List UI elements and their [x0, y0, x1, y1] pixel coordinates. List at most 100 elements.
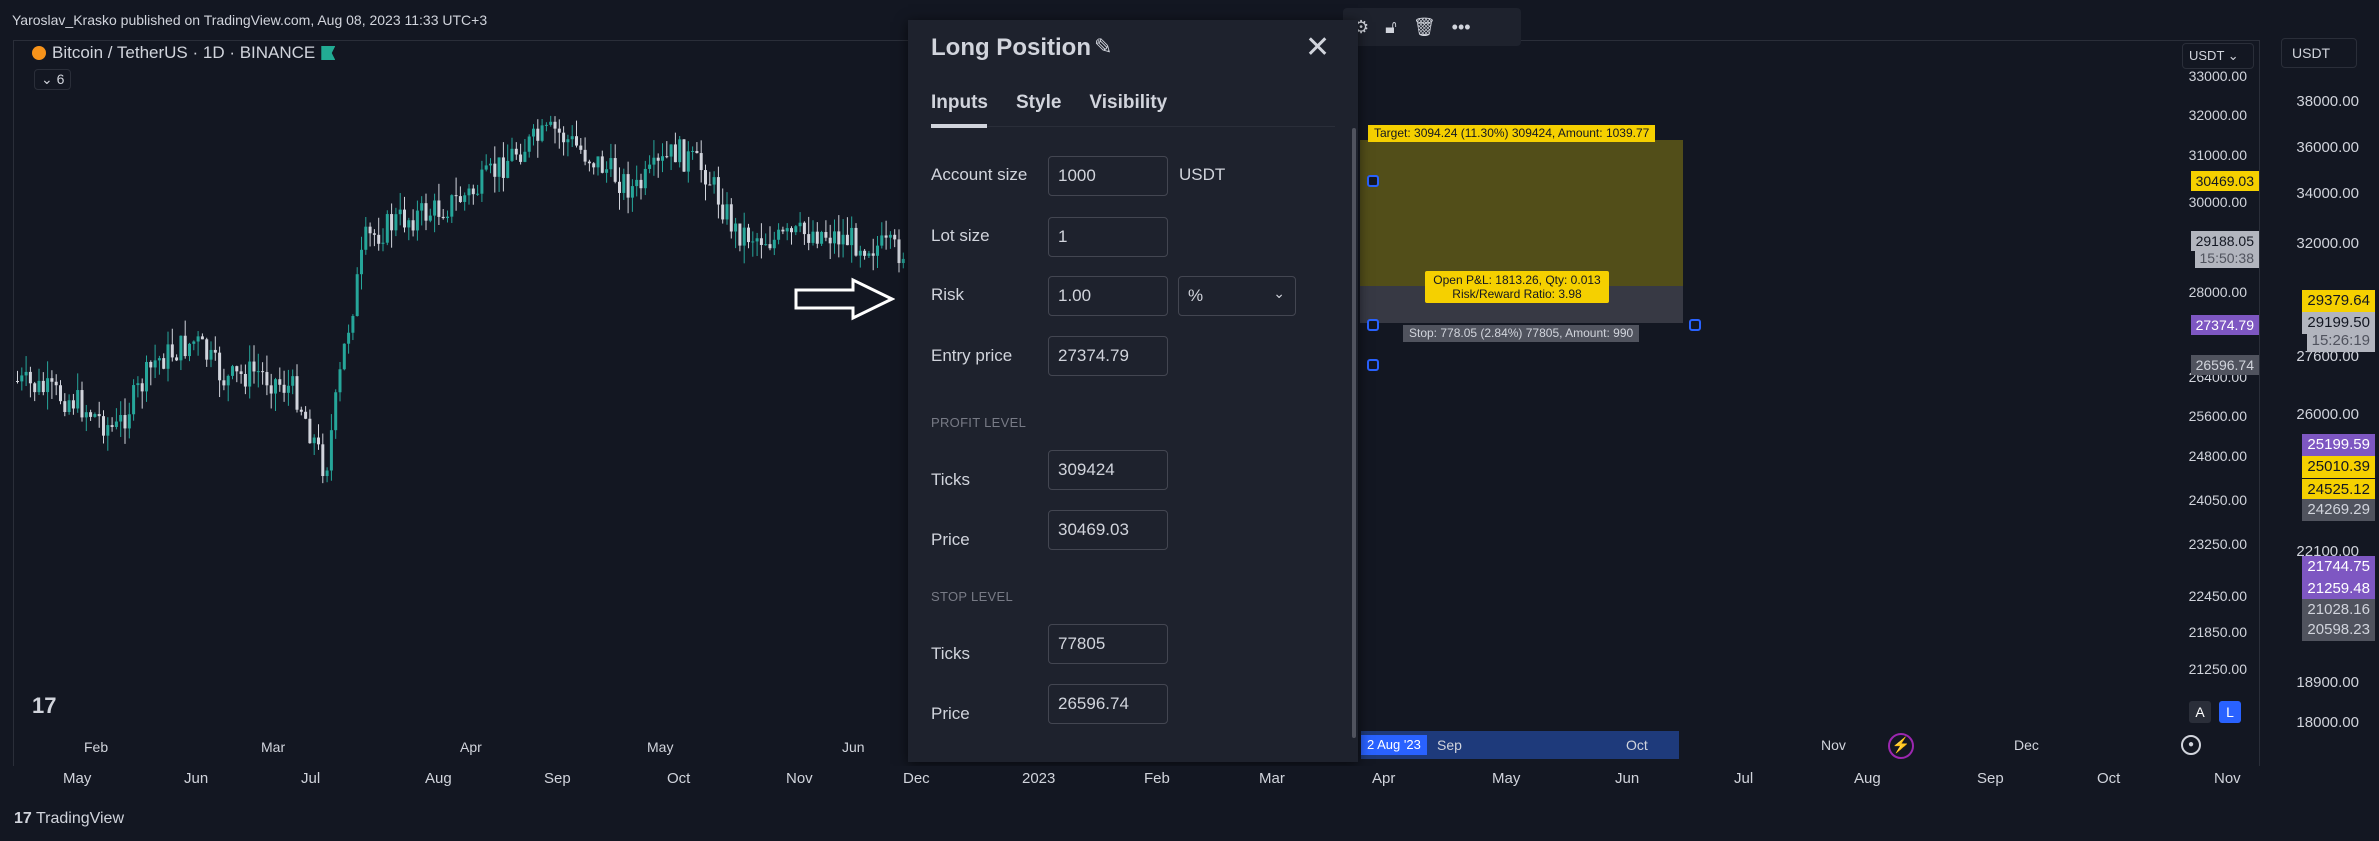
candle-body [127, 414, 131, 429]
candle-body [364, 226, 368, 250]
right-edge-handle[interactable] [1689, 319, 1701, 331]
outer-currency-select[interactable]: USDT [2281, 38, 2357, 68]
risk-unit-select[interactable]: % ⌄ [1178, 276, 1296, 316]
candle-body [265, 372, 269, 386]
candle-body [325, 470, 329, 477]
candle-body [97, 414, 101, 417]
candle-body [463, 195, 467, 202]
candle-body [579, 145, 583, 150]
tab-inputs[interactable]: Inputs [931, 92, 988, 114]
outer-price-pill: 25010.39 [2302, 456, 2375, 478]
profit-zone[interactable] [1360, 140, 1683, 286]
inner-price-axis[interactable]: 33000.00 32000.00 31000.00 30000.00 2800… [2177, 41, 2261, 731]
candle-body [411, 220, 415, 231]
candle-body [213, 349, 217, 353]
candle-body [811, 231, 815, 243]
candle-body [153, 360, 157, 368]
pencil-icon[interactable]: ✎ [1094, 34, 1112, 60]
candle-body [256, 371, 260, 373]
candle-body [329, 430, 333, 471]
time-axis-label: May [1492, 770, 1521, 787]
arrow-pointing-right-icon [794, 277, 895, 321]
stop-ticks-input[interactable]: 77805 [1048, 624, 1168, 664]
time-axis-label: Aug [1854, 770, 1881, 787]
candle-body [209, 349, 213, 360]
candle-body [613, 158, 617, 182]
candle-body [867, 253, 871, 256]
scrollbar[interactable] [1352, 128, 1356, 738]
candle-body [467, 188, 471, 196]
candle-body [639, 179, 643, 189]
time-axis-label: Jul [301, 770, 321, 787]
lock-icon[interactable]: 🔓︎ [1385, 17, 1397, 38]
tab-visibility[interactable]: Visibility [1089, 92, 1167, 114]
candle-body [269, 385, 273, 394]
stop-handle[interactable] [1367, 359, 1379, 371]
candle-body [532, 128, 535, 137]
scale-buttons: A L [2189, 701, 2241, 723]
indicators-toggle[interactable]: ⌄ 6 [34, 69, 72, 90]
stop-label: Stop: 778.05 (2.84%) 77805, Amount: 990 [1403, 325, 1640, 342]
candle-body [858, 250, 862, 256]
time-axis-label: Apr [1372, 770, 1396, 787]
candle-body [562, 132, 566, 143]
outer-price-pill: 15:26:19 [2306, 330, 2375, 352]
inner-price-tick: 33000.00 [2188, 68, 2247, 84]
profit-ticks-input[interactable]: 309424 [1048, 450, 1168, 490]
risk-input[interactable]: 1.00 [1048, 276, 1168, 316]
candle-body [145, 361, 148, 392]
candle-body [708, 184, 712, 186]
flag-icon[interactable] [321, 46, 336, 60]
outer-price-pill: 25199.59 [2302, 434, 2375, 456]
candle-body [239, 371, 243, 374]
candle-body [815, 231, 819, 244]
candle-body [321, 444, 325, 477]
candle-body [415, 210, 419, 231]
candle-body [372, 233, 376, 235]
time-axis-label: Jun [1615, 770, 1640, 787]
candle-body [755, 238, 759, 242]
profit-price-input[interactable]: 30469.03 [1048, 510, 1168, 550]
candle-body [347, 332, 351, 344]
outer-time-axis[interactable]: May Jun Jul Aug Sep Oct Nov Dec 2023 Feb Mar Apr May… [13, 766, 2260, 794]
candle-body [390, 214, 394, 231]
candle-body [876, 245, 879, 256]
outer-price-pill: 24525.12 [2302, 479, 2375, 501]
candle-body [566, 139, 570, 143]
candle-body [794, 226, 798, 233]
target-handle[interactable] [1367, 175, 1379, 187]
lightning-icon[interactable]: ⚡ [1888, 733, 1914, 759]
outer-price-axis[interactable]: USDT 38000.00 36000.00 34000.00 32000.00… [2261, 38, 2379, 794]
candle-body [196, 336, 200, 342]
candle-body [437, 200, 441, 217]
candle-body [63, 401, 67, 413]
time-axis-label: Mar [1259, 770, 1285, 787]
candle-body [536, 128, 540, 141]
outer-price-pill: 20598.23 [2302, 619, 2375, 641]
chart-settings-icon[interactable]: ● [2181, 735, 2201, 755]
candle-body [712, 177, 716, 185]
auto-scale-button[interactable]: A [2189, 701, 2211, 723]
log-scale-button[interactable]: L [2219, 701, 2241, 723]
entry-handle[interactable] [1367, 319, 1379, 331]
inner-month-label: Apr [460, 739, 482, 755]
time-axis-label: Sep [544, 770, 571, 787]
stop-price-input[interactable]: 26596.74 [1048, 684, 1168, 724]
candle-body [785, 228, 789, 232]
footer-brand: TradingView [35, 810, 124, 827]
candle-body [162, 358, 166, 369]
account-size-input[interactable]: 1000 [1048, 156, 1168, 196]
symbol-header[interactable]: Bitcoin / TetherUS · 1D · BINANCE [32, 43, 336, 63]
tradingview-logo-icon[interactable]: 17 TradingView [14, 810, 124, 828]
candle-body [71, 400, 75, 409]
profit-price-label: Price [931, 530, 970, 549]
timeline-month: Sep [1437, 737, 1462, 753]
entry-price-input[interactable]: 27374.79 [1048, 336, 1168, 376]
candle-body [218, 352, 222, 381]
trash-icon[interactable]: 🗑︎ [1413, 17, 1436, 38]
more-icon[interactable]: ••• [1452, 17, 1471, 38]
close-icon[interactable]: ✕ [1305, 30, 1330, 65]
candle-body [673, 144, 677, 163]
tab-style[interactable]: Style [1016, 92, 1061, 114]
lot-size-input[interactable]: 1 [1048, 217, 1168, 257]
